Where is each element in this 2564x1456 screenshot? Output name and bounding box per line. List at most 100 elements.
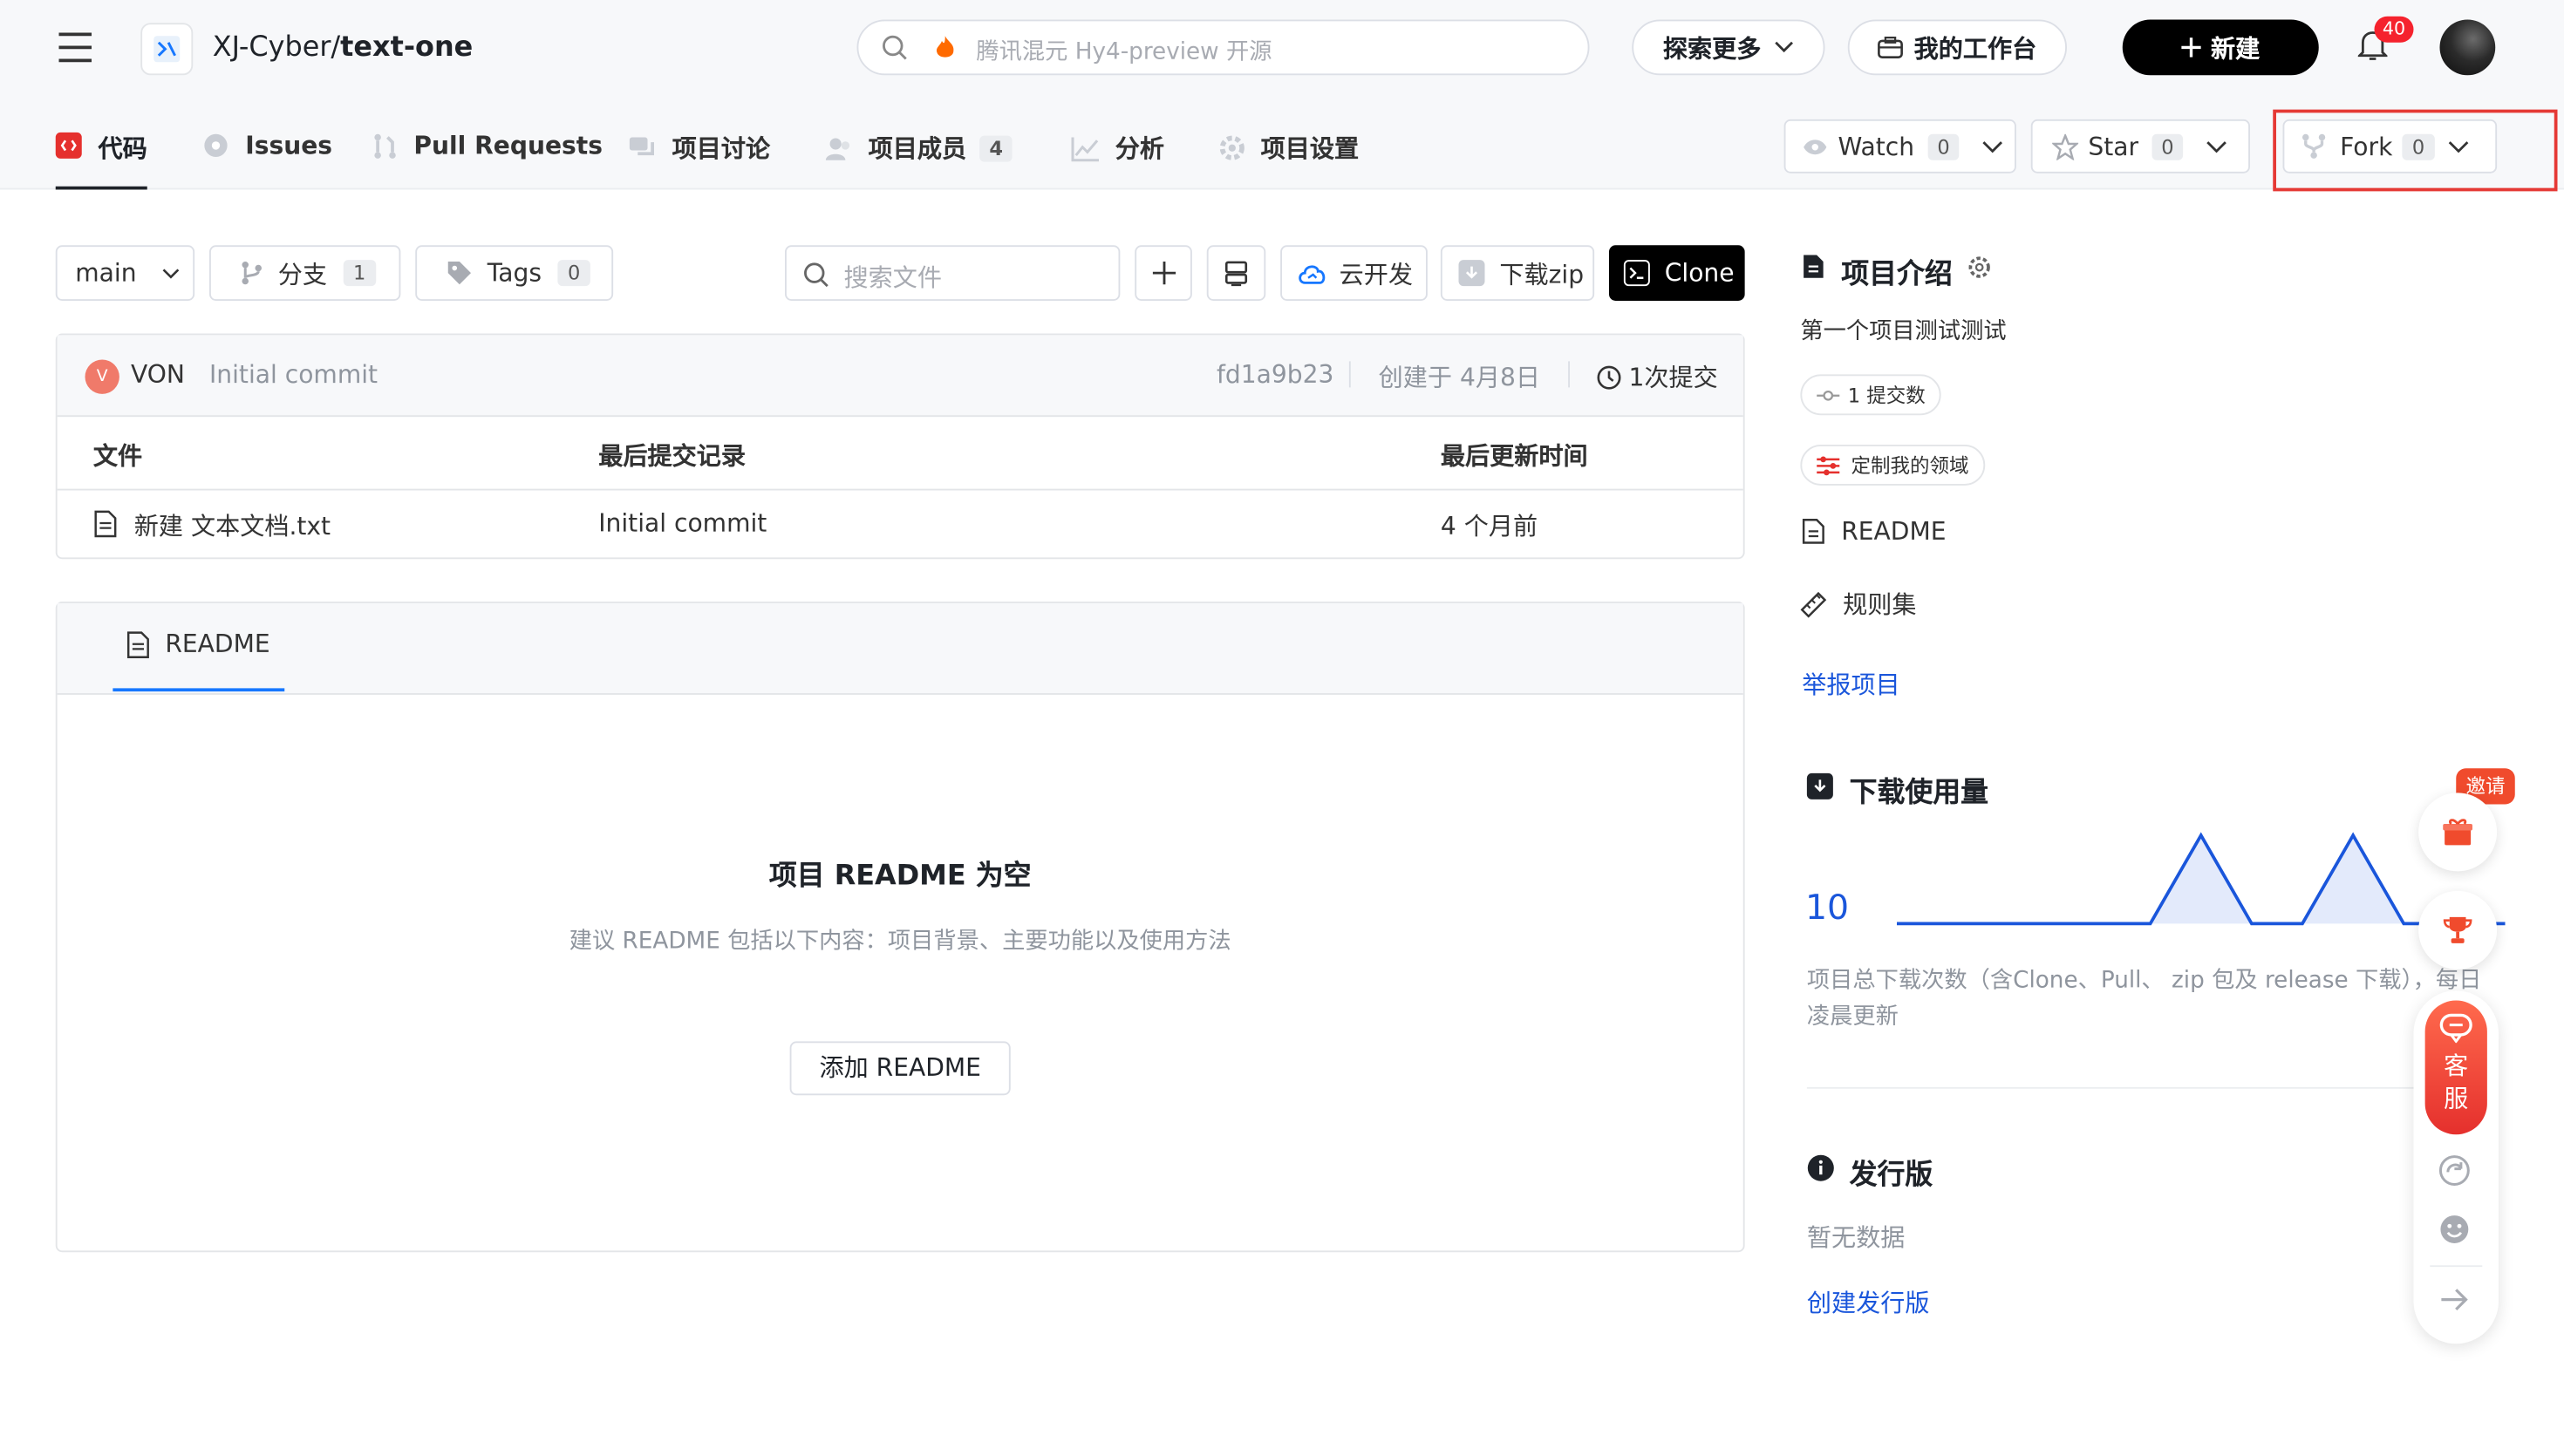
document-icon bbox=[1802, 254, 1824, 280]
domain-chip-label: 定制我的领域 bbox=[1851, 454, 1969, 478]
commit-created: 创建于 4月8日 bbox=[1378, 363, 1540, 392]
watch-label: Watch bbox=[1838, 131, 1915, 161]
gear-icon bbox=[1218, 134, 1246, 162]
web-ide-button[interactable] bbox=[1206, 245, 1266, 301]
star-button[interactable]: Star 0 bbox=[2030, 119, 2250, 173]
tab-issues[interactable]: Issues bbox=[203, 131, 333, 160]
trophy-button[interactable] bbox=[2418, 890, 2498, 970]
releases-title: 发行版 bbox=[1849, 1159, 1933, 1192]
file-icon bbox=[126, 631, 150, 659]
global-search[interactable]: 腾讯混元 Hy4-preview 开源 bbox=[856, 19, 1590, 76]
create-release-link[interactable]: 创建发行版 bbox=[1807, 1285, 1930, 1319]
workbench-label: 我的工作台 bbox=[1913, 33, 2037, 64]
divider bbox=[1806, 1086, 2494, 1089]
gift-button[interactable] bbox=[2418, 793, 2498, 872]
menu-icon[interactable] bbox=[58, 30, 95, 65]
watch-button[interactable]: Watch 0 bbox=[1783, 119, 2016, 173]
repo-separator: / bbox=[331, 31, 341, 65]
readme-tab-bar bbox=[57, 602, 1743, 695]
commit-message[interactable]: Initial commit bbox=[209, 360, 378, 390]
new-button[interactable]: 新建 bbox=[2122, 19, 2319, 76]
commit-hash[interactable]: fd1a9b23 bbox=[1217, 360, 1333, 390]
search-icon bbox=[882, 34, 908, 60]
tab-issues-label: Issues bbox=[245, 131, 333, 160]
add-readme-button[interactable]: 添加 README bbox=[789, 1041, 1011, 1096]
file-last-commit[interactable]: Initial commit bbox=[598, 508, 767, 538]
terminal-icon bbox=[1623, 260, 1650, 287]
commit-author[interactable]: VON bbox=[131, 360, 185, 390]
tab-discussions[interactable]: 项目讨论 bbox=[628, 131, 770, 165]
file-icon bbox=[93, 510, 118, 538]
trophy-icon bbox=[2441, 914, 2474, 947]
downloads-area bbox=[1897, 835, 2506, 924]
issue-icon bbox=[203, 133, 229, 159]
download-zip-button[interactable]: 下载zip bbox=[1440, 245, 1595, 301]
branches-label: 分支 bbox=[277, 259, 328, 289]
workbench-button[interactable]: 我的工作台 bbox=[1847, 19, 2067, 76]
user-avatar[interactable] bbox=[2439, 19, 2496, 76]
branch-select[interactable]: main bbox=[55, 245, 195, 301]
file-last-updated: 4 个月前 bbox=[1440, 511, 1538, 541]
chevron-down-icon bbox=[2206, 139, 2227, 153]
add-file-button[interactable] bbox=[1135, 245, 1192, 301]
members-icon bbox=[824, 135, 854, 161]
tab-readme[interactable]: README bbox=[113, 629, 285, 692]
tab-analytics[interactable]: 分析 bbox=[1071, 131, 1164, 165]
repo-description: 第一个项目测试测试 bbox=[1800, 318, 2007, 345]
clone-label: Clone bbox=[1664, 258, 1735, 288]
downloads-note: 项目总下载次数（含Clone、Pull、 zip 包及 release 下载），… bbox=[1806, 968, 2482, 1031]
smiley-icon[interactable] bbox=[2438, 1213, 2472, 1246]
clone-button[interactable]: Clone bbox=[1609, 245, 1745, 301]
readme-empty-title: 项目 README 为空 bbox=[768, 860, 1032, 893]
fork-label: Fork bbox=[2340, 131, 2393, 161]
commit-avatar[interactable]: V bbox=[85, 359, 119, 394]
code-icon bbox=[55, 132, 82, 159]
explore-more-button[interactable]: 探索更多 bbox=[1632, 19, 1825, 76]
domain-chip[interactable]: 定制我的领域 bbox=[1800, 445, 1986, 486]
file-search-input[interactable]: 搜索文件 bbox=[785, 245, 1121, 301]
tab-pull-requests[interactable]: Pull Requests bbox=[372, 131, 603, 160]
cloud-dev-button[interactable]: 云开发 bbox=[1280, 245, 1428, 301]
tags-count: 0 bbox=[557, 260, 590, 287]
rules-link-label: 规则集 bbox=[1843, 589, 1917, 620]
fork-icon bbox=[2301, 133, 2327, 160]
readme-empty-hint: 建议 README 包括以下内容：项目背景、主要功能以及使用方法 bbox=[569, 929, 1231, 955]
star-count: 0 bbox=[2151, 133, 2184, 160]
file-table-header-time: 最后更新时间 bbox=[1440, 441, 1588, 471]
branches-count: 1 bbox=[343, 260, 376, 287]
tab-code-label: 代码 bbox=[98, 133, 147, 164]
tab-members[interactable]: 项目成员 4 bbox=[824, 131, 1013, 165]
tab-settings[interactable]: 项目设置 bbox=[1218, 131, 1359, 165]
commits-count-link[interactable]: 1次提交 bbox=[1596, 360, 1718, 394]
eye-icon bbox=[1802, 137, 1828, 157]
readme-link[interactable]: README bbox=[1802, 516, 1947, 547]
repo-name[interactable]: text-one bbox=[340, 31, 473, 65]
tags-button[interactable]: Tags 0 bbox=[415, 245, 614, 301]
report-link[interactable]: 举报项目 bbox=[1802, 667, 1900, 701]
gear-icon[interactable] bbox=[1967, 255, 1992, 280]
arrow-right-icon[interactable] bbox=[2440, 1287, 2470, 1313]
file-table-header-name: 文件 bbox=[92, 441, 143, 471]
download-zip-label: 下载zip bbox=[1499, 259, 1585, 289]
commits-chip[interactable]: 1 提交数 bbox=[1800, 374, 1942, 416]
fork-button[interactable]: Fork 0 bbox=[2282, 119, 2498, 173]
repo-owner[interactable]: XJ-Cyber bbox=[213, 31, 331, 65]
customer-service-button[interactable]: 客服 bbox=[2424, 1000, 2487, 1135]
pull-request-icon bbox=[372, 132, 399, 160]
readme-link-label: README bbox=[1841, 516, 1947, 547]
rules-link[interactable]: 规则集 bbox=[1800, 587, 1917, 621]
star-label: Star bbox=[2088, 131, 2139, 161]
briefcase-icon bbox=[1878, 36, 1904, 58]
commits-chip-label: 1 提交数 bbox=[1847, 384, 1926, 407]
branches-button[interactable]: 分支 1 bbox=[209, 245, 401, 301]
refresh-icon[interactable] bbox=[2438, 1154, 2472, 1187]
commit-icon bbox=[1817, 388, 1840, 401]
tab-code[interactable]: 代码 bbox=[55, 131, 147, 190]
downloads-chart bbox=[1897, 832, 2506, 926]
tab-pull-requests-label: Pull Requests bbox=[413, 131, 603, 160]
tab-discussions-label: 项目讨论 bbox=[672, 133, 771, 164]
plus-icon bbox=[1150, 260, 1176, 286]
file-name-link[interactable]: 新建 文本文档.txt bbox=[134, 508, 331, 542]
repo-path[interactable]: XJ-Cyber/text-one bbox=[213, 30, 474, 65]
fire-icon bbox=[934, 34, 957, 60]
